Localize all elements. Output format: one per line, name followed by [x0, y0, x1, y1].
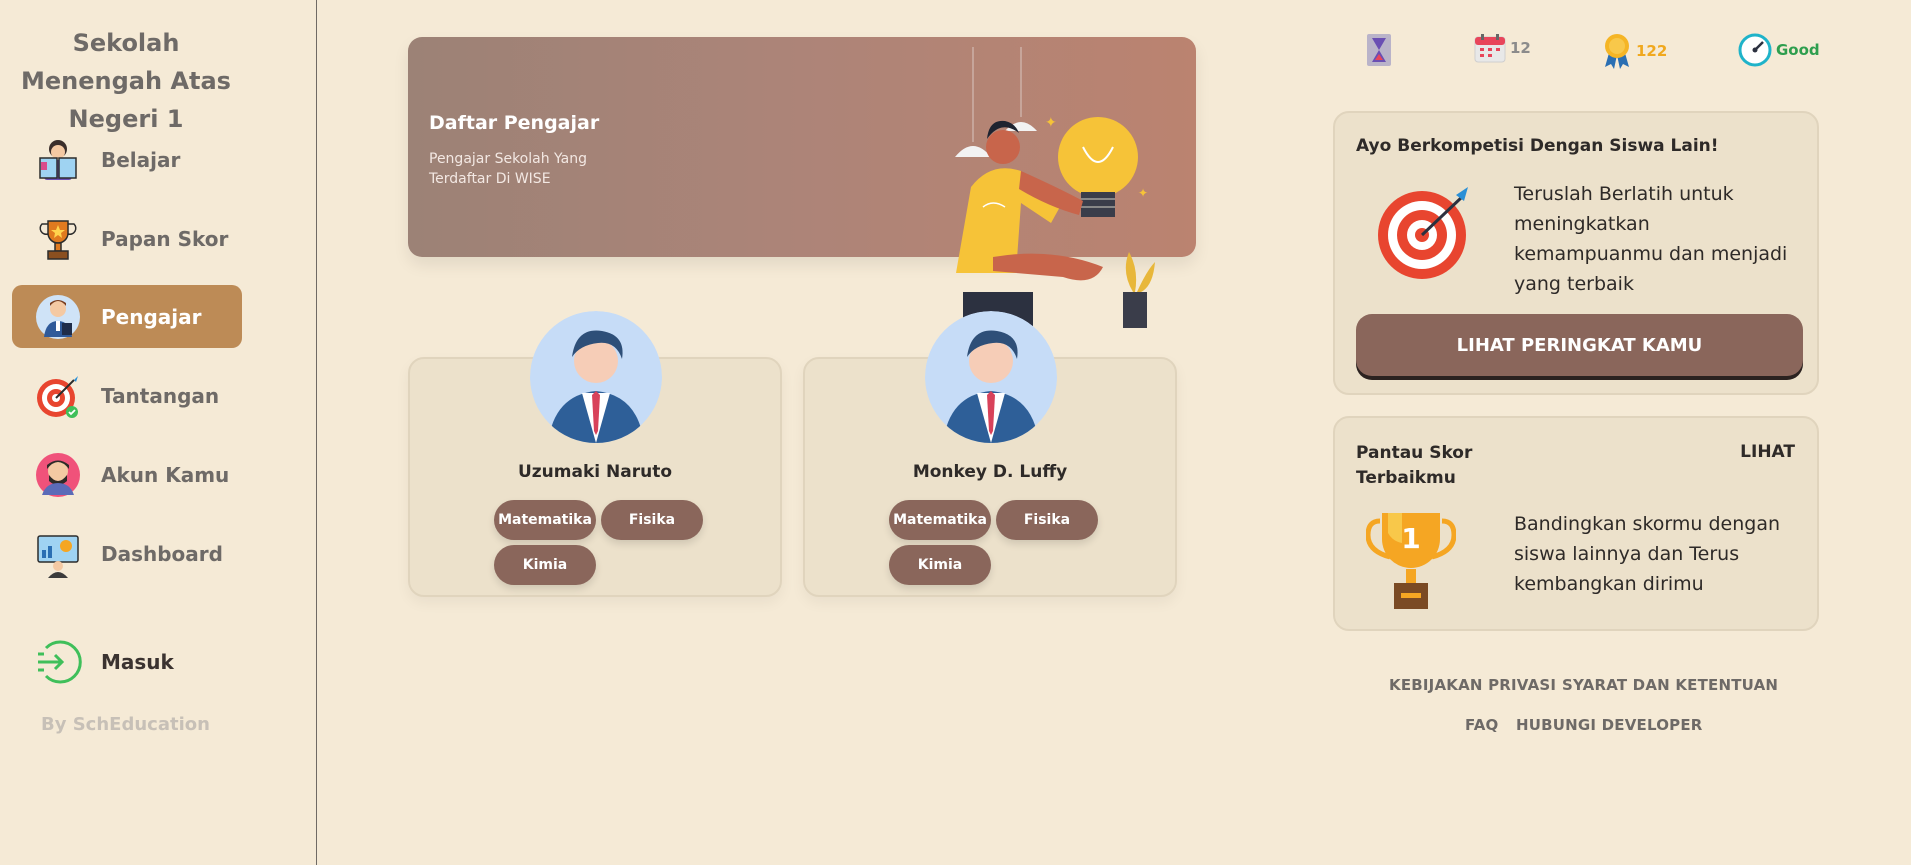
- privacy-policy-link[interactable]: KEBIJAKAN PRIVASI: [1389, 676, 1556, 694]
- compete-card-text: Teruslah Berlatih untuk meningkatkan kem…: [1514, 183, 1788, 295]
- login-label: Masuk: [101, 649, 174, 674]
- header-banner: Daftar Pengajar Pengajar Sekolah Yang Te…: [408, 37, 1196, 332]
- compete-card-title: Ayo Berkompetisi Dengan Siswa Lain!: [1356, 136, 1719, 156]
- time-stat[interactable]: [1366, 33, 1396, 67]
- subject-badge: Kimia: [494, 545, 596, 585]
- dartboard-icon: [1378, 187, 1468, 279]
- compete-card: Ayo Berkompetisi Dengan Siswa Lain! Teru…: [1333, 111, 1819, 395]
- page-subtitle: Pengajar Sekolah Yang Terdaftar Di WISE: [429, 151, 587, 187]
- sidebar-item-label: Dashboard: [101, 541, 223, 566]
- teacher-card[interactable]: Uzumaki Naruto Matematika Fisika Kimia: [408, 311, 782, 597]
- teacher-name: Uzumaki Naruto: [517, 462, 673, 482]
- businessman-icon: [925, 311, 1057, 443]
- hourglass-icon: [1367, 34, 1391, 66]
- teacher-icon: [36, 294, 80, 339]
- subject-badge: Fisika: [996, 500, 1098, 540]
- page-title: Daftar Pengajar: [429, 112, 600, 134]
- score-card: Pantau Skor Terbaikmu LIHAT 1 Bandingkan…: [1333, 416, 1819, 631]
- svg-text:✦: ✦: [1138, 186, 1148, 200]
- user-avatar-icon: [36, 452, 80, 497]
- trophy-icon: 1: [1366, 513, 1456, 609]
- calendar-value: 12: [1510, 39, 1531, 57]
- sidebar-item-label: Tantangan: [101, 383, 220, 408]
- login-button[interactable]: Masuk: [12, 630, 242, 693]
- faq-link[interactable]: FAQ: [1465, 716, 1499, 734]
- student-reading-icon: [39, 139, 77, 180]
- performance-stat[interactable]: Good: [1738, 33, 1820, 67]
- subject-badge: Matematika: [494, 500, 596, 540]
- svg-text:✦: ✦: [1045, 115, 1057, 131]
- sidebar-item-papan-skor[interactable]: Papan Skor: [12, 207, 242, 270]
- sidebar-item-pengajar[interactable]: Pengajar: [12, 285, 242, 348]
- calendar-icon: [1474, 34, 1506, 63]
- sidebar-item-label: Akun Kamu: [101, 462, 230, 487]
- contact-developer-link[interactable]: HUBUNGI DEVELOPER: [1516, 716, 1703, 734]
- speedometer-icon: [1738, 33, 1772, 67]
- school-name: Sekolah Menengah Atas Negeri 1: [21, 29, 231, 133]
- teacher-card[interactable]: Monkey D. Luffy Matematika Fisika Kimia: [803, 311, 1177, 597]
- score-card-title: Pantau Skor Terbaikmu: [1356, 443, 1473, 488]
- sidebar: Sekolah Menengah Atas Negeri 1 Belajar P…: [0, 0, 317, 865]
- sidebar-item-tantangan[interactable]: Tantangan: [12, 364, 242, 427]
- login-icon: [38, 640, 82, 683]
- sidebar-item-akun-kamu[interactable]: Akun Kamu: [12, 443, 242, 506]
- view-ranking-button[interactable]: LIHAT PERINGKAT KAMU: [1356, 314, 1803, 376]
- trophy-icon: [39, 219, 77, 260]
- subject-badge: Fisika: [601, 500, 703, 540]
- businessman-icon: [530, 311, 662, 443]
- teacher-avatar: [530, 311, 662, 443]
- subject-badge: Kimia: [889, 545, 991, 585]
- teacher-avatar: [925, 311, 1057, 443]
- calendar-stat[interactable]: 12: [1474, 33, 1531, 63]
- credit-label: By SchEducation: [41, 714, 210, 735]
- view-scores-link[interactable]: LIHAT: [1740, 442, 1795, 462]
- medal-icon: [1605, 34, 1629, 69]
- sidebar-item-label: Papan Skor: [101, 226, 229, 251]
- man-holding-lightbulb-illustration: ✦ ✦: [955, 47, 1155, 332]
- subject-badge: Matematika: [889, 500, 991, 540]
- target-icon: [37, 375, 78, 418]
- score-card-text: Bandingkan skormu dengan siswa lainnya d…: [1514, 513, 1781, 595]
- svg-text:1: 1: [1401, 522, 1420, 555]
- sidebar-item-label: Pengajar: [101, 304, 202, 329]
- sidebar-item-belajar[interactable]: Belajar: [12, 128, 242, 191]
- sidebar-item-label: Belajar: [101, 147, 181, 172]
- medal-value: 122: [1636, 42, 1668, 60]
- sidebar-item-dashboard[interactable]: Dashboard: [12, 522, 242, 585]
- teacher-name: Monkey D. Luffy: [912, 462, 1068, 482]
- terms-link[interactable]: SYARAT DAN KETENTUAN: [1562, 676, 1778, 694]
- medal-stat[interactable]: 122: [1602, 33, 1667, 69]
- dashboard-icon: [37, 534, 79, 578]
- performance-value: Good: [1776, 41, 1820, 59]
